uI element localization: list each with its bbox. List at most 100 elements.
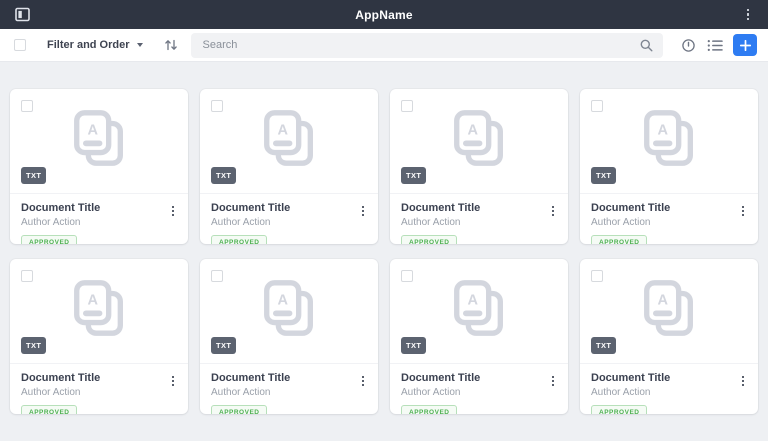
card-checkbox[interactable] <box>21 100 33 112</box>
card-checkbox[interactable] <box>211 270 223 282</box>
document-subtitle: Author Action <box>591 387 747 398</box>
card-info: Document Title Author Action APPROVED <box>580 193 758 244</box>
svg-text:A: A <box>87 122 98 138</box>
card-info: Document Title Author Action APPROVED <box>390 363 568 414</box>
svg-text:A: A <box>277 292 288 308</box>
card-kebab-menu-icon[interactable] <box>167 373 179 389</box>
sidebar-toggle-icon[interactable] <box>12 5 32 25</box>
document-title: Document Title <box>591 372 747 384</box>
card-checkbox[interactable] <box>21 270 33 282</box>
file-type-badge: TXT <box>211 167 236 184</box>
card-info: Document Title Author Action APPROVED <box>390 193 568 244</box>
card-kebab-menu-icon[interactable] <box>737 203 749 219</box>
info-icon[interactable] <box>679 36 697 54</box>
card-checkbox[interactable] <box>401 100 413 112</box>
document-card[interactable]: A TXT Document Title Author Action APPRO… <box>200 259 378 414</box>
document-title: Document Title <box>21 372 177 384</box>
document-card[interactable]: A TXT Document Title Author Action APPRO… <box>200 89 378 244</box>
document-grid: A TXT Document Title Author Action APPRO… <box>10 89 758 414</box>
card-thumbnail: A TXT <box>580 259 758 363</box>
file-type-badge: TXT <box>591 167 616 184</box>
card-thumbnail: A TXT <box>10 259 188 363</box>
document-copy-icon: A <box>258 108 320 175</box>
file-type-badge: TXT <box>21 337 46 354</box>
card-kebab-menu-icon[interactable] <box>547 373 559 389</box>
content-area: A TXT Document Title Author Action APPRO… <box>0 62 768 414</box>
svg-text:A: A <box>657 292 668 308</box>
document-copy-icon: A <box>68 108 130 175</box>
file-type-badge: TXT <box>591 337 616 354</box>
card-kebab-menu-icon[interactable] <box>547 203 559 219</box>
status-badge: APPROVED <box>21 235 77 244</box>
card-info: Document Title Author Action APPROVED <box>10 193 188 244</box>
status-badge: APPROVED <box>401 405 457 414</box>
add-plus-icon <box>740 40 751 51</box>
card-thumbnail: A TXT <box>10 89 188 193</box>
toolbar: Filter and Order <box>0 29 768 62</box>
card-info: Document Title Author Action APPROVED <box>580 363 758 414</box>
document-copy-icon: A <box>448 108 510 175</box>
status-badge: APPROVED <box>591 405 647 414</box>
document-subtitle: Author Action <box>211 387 367 398</box>
svg-text:A: A <box>87 292 98 308</box>
document-copy-icon: A <box>68 278 130 345</box>
document-title: Document Title <box>211 372 367 384</box>
document-card[interactable]: A TXT Document Title Author Action APPRO… <box>10 259 188 414</box>
document-subtitle: Author Action <box>21 217 177 228</box>
document-card[interactable]: A TXT Document Title Author Action APPRO… <box>390 89 568 244</box>
header-kebab-menu-icon[interactable] <box>740 5 756 25</box>
document-copy-icon: A <box>638 278 700 345</box>
card-checkbox[interactable] <box>401 270 413 282</box>
search-box <box>191 33 663 58</box>
document-copy-icon: A <box>448 278 510 345</box>
document-subtitle: Author Action <box>401 217 557 228</box>
status-badge: APPROVED <box>211 235 267 244</box>
document-subtitle: Author Action <box>591 217 747 228</box>
card-kebab-menu-icon[interactable] <box>357 203 369 219</box>
svg-text:A: A <box>467 122 478 138</box>
document-subtitle: Author Action <box>211 217 367 228</box>
sort-arrows-icon[interactable] <box>164 38 178 52</box>
status-badge: APPROVED <box>591 235 647 244</box>
document-card[interactable]: A TXT Document Title Author Action APPRO… <box>580 259 758 414</box>
document-copy-icon: A <box>258 278 320 345</box>
document-title: Document Title <box>401 202 557 214</box>
status-badge: APPROVED <box>211 405 267 414</box>
document-title: Document Title <box>591 202 747 214</box>
chevron-down-icon <box>137 43 143 47</box>
add-button[interactable] <box>733 34 757 56</box>
status-badge: APPROVED <box>401 235 457 244</box>
card-checkbox[interactable] <box>591 100 603 112</box>
file-type-badge: TXT <box>211 337 236 354</box>
select-all-checkbox[interactable] <box>14 39 26 51</box>
file-type-badge: TXT <box>21 167 46 184</box>
card-checkbox[interactable] <box>211 100 223 112</box>
card-thumbnail: A TXT <box>390 259 568 363</box>
document-card[interactable]: A TXT Document Title Author Action APPRO… <box>580 89 758 244</box>
card-kebab-menu-icon[interactable] <box>167 203 179 219</box>
app-header: AppName <box>0 0 768 29</box>
svg-text:A: A <box>657 122 668 138</box>
filter-and-order-dropdown[interactable]: Filter and Order <box>47 39 143 51</box>
document-subtitle: Author Action <box>21 387 177 398</box>
document-copy-icon: A <box>638 108 700 175</box>
document-card[interactable]: A TXT Document Title Author Action APPRO… <box>10 89 188 244</box>
list-view-icon[interactable] <box>706 36 724 54</box>
card-info: Document Title Author Action APPROVED <box>200 363 378 414</box>
file-type-badge: TXT <box>401 337 426 354</box>
svg-text:A: A <box>277 122 288 138</box>
svg-text:A: A <box>467 292 478 308</box>
card-thumbnail: A TXT <box>580 89 758 193</box>
search-input[interactable] <box>191 33 663 58</box>
file-type-badge: TXT <box>401 167 426 184</box>
card-kebab-menu-icon[interactable] <box>737 373 749 389</box>
card-kebab-menu-icon[interactable] <box>357 373 369 389</box>
document-title: Document Title <box>21 202 177 214</box>
document-card[interactable]: A TXT Document Title Author Action APPRO… <box>390 259 568 414</box>
card-thumbnail: A TXT <box>200 89 378 193</box>
card-info: Document Title Author Action APPROVED <box>200 193 378 244</box>
filter-and-order-label: Filter and Order <box>47 39 130 51</box>
card-checkbox[interactable] <box>591 270 603 282</box>
card-thumbnail: A TXT <box>390 89 568 193</box>
document-subtitle: Author Action <box>401 387 557 398</box>
